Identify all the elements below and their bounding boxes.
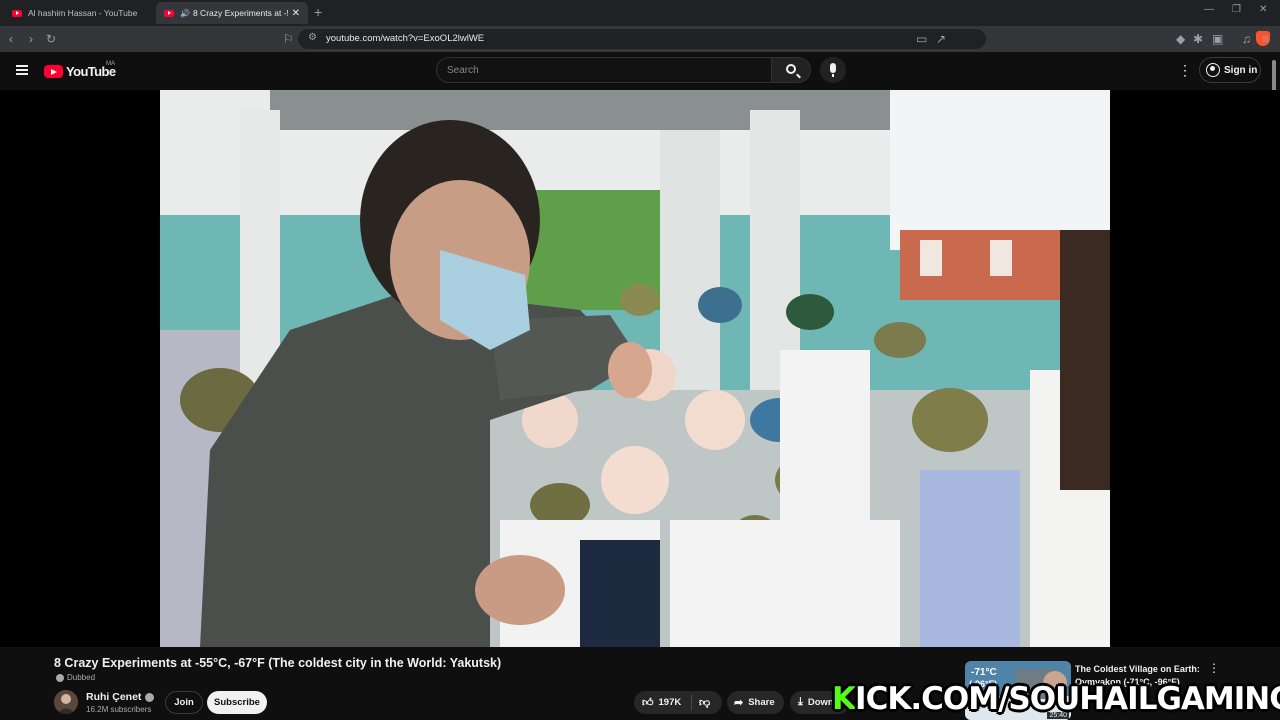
recommended-more-icon[interactable]: ⋮ bbox=[1208, 662, 1220, 674]
search-icon bbox=[786, 64, 796, 74]
channel-name-text[interactable]: Ruhi Çenet bbox=[86, 691, 141, 703]
like-button[interactable]: 👍︎ 197K bbox=[634, 695, 692, 710]
cast-icon[interactable]: ▭ bbox=[916, 31, 927, 47]
address-bar[interactable]: ⚙ youtube.com/watch?v=ExoOL2lwlWE ▭ ↗ bbox=[298, 29, 1270, 49]
sign-in-label: Sign in bbox=[1224, 64, 1258, 76]
thumb-temp-c: -71°C bbox=[971, 667, 997, 678]
sign-in-button[interactable]: Sign in bbox=[1199, 57, 1261, 83]
search-box[interactable] bbox=[436, 57, 772, 83]
tab-al-hashim[interactable]: Al hashim Hassan - YouTube bbox=[4, 2, 154, 24]
bookmark-icon[interactable]: ⚐ bbox=[283, 31, 294, 47]
channel-avatar[interactable] bbox=[54, 690, 78, 714]
video-title: 8 Crazy Experiments at -55°C, -67°F (The… bbox=[54, 656, 502, 670]
account-icon bbox=[1206, 63, 1220, 77]
verified-icon bbox=[145, 692, 155, 702]
youtube-logo[interactable]: YouTube bbox=[44, 64, 116, 79]
kick-first-letter: K bbox=[832, 681, 856, 717]
dislike-icon[interactable]: 👎︎ bbox=[692, 696, 710, 709]
search-button[interactable] bbox=[771, 57, 811, 83]
speaker-icon[interactable]: 🔊 bbox=[180, 9, 190, 18]
share-button[interactable]: ➦ Share bbox=[727, 691, 784, 714]
mic-icon bbox=[830, 63, 836, 77]
like-dislike-group: 👍︎ 197K 👎︎ bbox=[634, 691, 722, 714]
video-player[interactable] bbox=[0, 90, 1280, 647]
menu-icon[interactable]: ≡ bbox=[1262, 31, 1269, 47]
sidebar-icon[interactable]: ▣ bbox=[1212, 31, 1223, 47]
tab-current-video[interactable]: 🔊 8 Crazy Experiments at -55°C ✕ bbox=[156, 2, 308, 24]
youtube-masthead: YouTube MA ⋮ Sign in bbox=[0, 52, 1280, 90]
browser-toolbar: ‹ › ↻ ⚐ ⚙ youtube.com/watch?v=ExoOL2lwlW… bbox=[0, 26, 1280, 52]
extensions-icon[interactable]: ✱ bbox=[1193, 31, 1203, 47]
minimize-icon[interactable]: — bbox=[1204, 4, 1214, 15]
guide-menu-icon[interactable] bbox=[16, 65, 28, 75]
video-frame[interactable] bbox=[160, 90, 1110, 647]
country-code: MA bbox=[106, 61, 115, 67]
url-text[interactable]: youtube.com/watch?v=ExoOL2lwlWE bbox=[326, 33, 484, 44]
site-info-icon[interactable]: ⚙ bbox=[308, 32, 317, 43]
youtube-play-icon bbox=[44, 65, 63, 78]
join-button[interactable]: Join bbox=[165, 691, 203, 714]
like-count: 197K bbox=[658, 697, 682, 708]
new-tab-icon[interactable]: + bbox=[314, 4, 322, 20]
subscribe-button[interactable]: Subscribe bbox=[207, 691, 267, 714]
youtube-favicon-icon bbox=[164, 9, 174, 17]
video-scene-image bbox=[160, 90, 1110, 647]
reload-icon[interactable]: ↻ bbox=[46, 31, 56, 47]
voice-search-button[interactable] bbox=[820, 57, 846, 83]
audio-track-icon bbox=[56, 673, 64, 682]
browser-tab-strip: Al hashim Hassan - YouTube 🔊 8 Crazy Exp… bbox=[0, 0, 1280, 26]
share-icon: ➦ bbox=[734, 697, 744, 709]
search-input[interactable] bbox=[437, 58, 771, 82]
channel-name[interactable]: Ruhi Çenet bbox=[86, 691, 155, 703]
subscriber-count: 16.2M subscribers bbox=[86, 705, 152, 714]
dubbed-label: Dubbed bbox=[67, 673, 96, 682]
more-icon[interactable]: ⋮ bbox=[1178, 63, 1192, 77]
recommended-title-line1[interactable]: The Coldest Village on Earth: bbox=[1075, 663, 1200, 676]
avatar-image bbox=[54, 690, 78, 714]
kick-watermark-overlay: KICK.COM/SOUHAILGAMING bbox=[832, 681, 1280, 717]
like-icon: 👍︎ bbox=[642, 697, 654, 709]
dubbed-badge: Dubbed bbox=[56, 673, 95, 682]
back-icon[interactable]: ‹ bbox=[9, 31, 13, 47]
tab-title: Al hashim Hassan - YouTube bbox=[28, 8, 138, 18]
forward-icon[interactable]: › bbox=[29, 31, 33, 47]
share-page-icon[interactable]: ↗ bbox=[936, 31, 946, 47]
youtube-favicon-icon bbox=[12, 9, 22, 17]
tab-title: 8 Crazy Experiments at -55°C bbox=[192, 8, 288, 18]
wallet-icon[interactable]: ◆ bbox=[1176, 31, 1185, 47]
maximize-icon[interactable]: ❐ bbox=[1232, 4, 1241, 15]
media-icon[interactable]: ♫ bbox=[1242, 31, 1251, 47]
download-icon: ⤓ bbox=[798, 696, 803, 708]
close-window-icon[interactable]: ✕ bbox=[1259, 4, 1267, 15]
close-tab-icon[interactable]: ✕ bbox=[292, 8, 300, 19]
kick-url-text: ICK.COM/SOUHAILGAMING bbox=[855, 681, 1280, 717]
share-label: Share bbox=[748, 697, 775, 708]
download-label: Down bbox=[807, 697, 834, 708]
